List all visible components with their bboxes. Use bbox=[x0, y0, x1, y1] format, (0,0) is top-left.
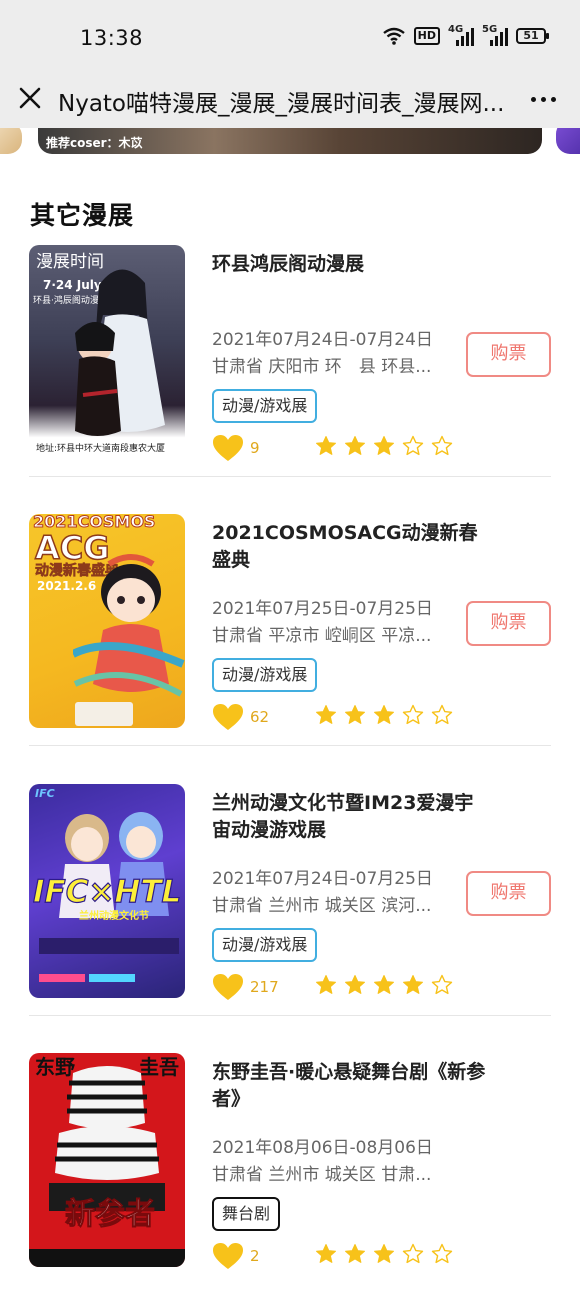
event-card[interactable]: IFC IFC×HTL 兰州动漫文化节 兰州动漫文化节暨IM23爱漫宇宙动漫游戏… bbox=[29, 784, 551, 1016]
star-filled-icon bbox=[374, 975, 394, 994]
more-options-icon[interactable] bbox=[531, 88, 556, 110]
battery-icon: 51 bbox=[516, 28, 549, 44]
section-title: 其它漫展 bbox=[30, 201, 135, 230]
event-card[interactable]: 2021COSMOS ACG 动漫新春盛典 2021.2.6 2021COSMO… bbox=[29, 514, 551, 746]
star-filled-icon bbox=[316, 975, 336, 994]
star-outline-icon bbox=[431, 1243, 453, 1264]
page-title: Nyato喵特漫展_漫展_漫展时间表_漫展网... bbox=[58, 91, 505, 117]
heart-icon[interactable] bbox=[212, 973, 244, 1001]
event-category-tag: 动漫/游戏展 bbox=[212, 928, 318, 962]
star-filled-icon bbox=[345, 705, 365, 724]
event-poster[interactable]: 漫展时间 7·24 July 环县·鸿辰阁动漫展 地址:环县中环大道南段惠农大厦 bbox=[29, 245, 185, 459]
buy-ticket-button[interactable]: 购票 bbox=[466, 332, 551, 377]
like-row[interactable]: 62 bbox=[212, 702, 269, 732]
poster-text: 新参者 bbox=[65, 1197, 156, 1232]
buy-ticket-button[interactable]: 购票 bbox=[466, 871, 551, 916]
star-filled-icon bbox=[316, 436, 336, 455]
event-category-tag: 动漫/游戏展 bbox=[212, 389, 318, 423]
rating-stars bbox=[315, 1243, 453, 1265]
buy-ticket-button[interactable]: 购票 bbox=[466, 601, 551, 646]
event-address: 甘肃省 平凉市 崆峒区 平凉... bbox=[212, 626, 432, 646]
event-date: 2021年07月24日-07月25日 bbox=[212, 869, 433, 889]
event-card[interactable]: 东野 圭吾 新参者 东野圭吾·暖心悬疑舞台剧《新参者》 2021年08月06日-… bbox=[29, 1053, 551, 1285]
signal-4g-icon: 4G bbox=[448, 24, 474, 46]
star-filled-icon bbox=[374, 1244, 394, 1263]
poster-footer: 地址:环县中环大道南段惠农大厦 bbox=[36, 444, 166, 454]
banner-caption: 推荐coser：木苡 bbox=[46, 136, 143, 150]
event-card[interactable]: 漫展时间 7·24 July 环县·鸿辰阁动漫展 地址:环县中环大道南段惠农大厦… bbox=[29, 245, 551, 477]
event-poster[interactable]: 东野 圭吾 新参者 bbox=[29, 1053, 185, 1267]
star-outline-icon bbox=[431, 974, 453, 995]
signal-5g-icon: 5G bbox=[482, 24, 508, 46]
like-row[interactable]: 2 bbox=[212, 1241, 260, 1271]
star-filled-icon bbox=[374, 705, 394, 724]
rating-stars bbox=[315, 435, 453, 457]
status-bar: 13:38 HD 4G 5G 51 bbox=[0, 0, 580, 72]
like-count: 62 bbox=[250, 708, 270, 726]
star-filled-icon bbox=[403, 975, 423, 994]
banner-slide[interactable]: 推荐coser：木苡 bbox=[38, 128, 542, 154]
event-address: 甘肃省 兰州市 城关区 甘肃... bbox=[212, 1165, 432, 1185]
event-category-tag: 动漫/游戏展 bbox=[212, 658, 318, 692]
hd-voice-icon: HD bbox=[413, 27, 440, 45]
star-outline-icon bbox=[431, 435, 453, 456]
star-filled-icon bbox=[374, 436, 394, 455]
close-icon[interactable] bbox=[14, 82, 46, 114]
like-count: 2 bbox=[250, 1247, 260, 1265]
banner-carousel[interactable]: 推荐coser：木苡 bbox=[0, 128, 580, 158]
star-filled-icon bbox=[345, 1244, 365, 1263]
poster-text: 兰州动漫文化节 bbox=[79, 911, 149, 922]
event-date: 2021年08月06日-08月06日 bbox=[212, 1138, 433, 1158]
banner-prev-slide[interactable] bbox=[0, 128, 22, 154]
star-outline-icon bbox=[402, 435, 424, 456]
star-filled-icon bbox=[316, 1244, 336, 1263]
like-count: 9 bbox=[250, 439, 260, 457]
event-title[interactable]: 2021COSMOSACG动漫新春盛典 bbox=[212, 520, 492, 574]
event-poster[interactable]: 2021COSMOS ACG 动漫新春盛典 2021.2.6 bbox=[29, 514, 185, 728]
status-time: 13:38 bbox=[80, 26, 144, 50]
like-count: 217 bbox=[250, 978, 279, 996]
event-title[interactable]: 兰州动漫文化节暨IM23爱漫宇宙动漫游戏展 bbox=[212, 790, 492, 844]
star-filled-icon bbox=[345, 436, 365, 455]
event-date: 2021年07月25日-07月25日 bbox=[212, 599, 433, 619]
event-date: 2021年07月24日-07月24日 bbox=[212, 330, 433, 350]
rating-stars bbox=[315, 704, 453, 726]
event-address: 甘肃省 兰州市 城关区 滨河... bbox=[212, 896, 432, 916]
poster-illustration bbox=[73, 554, 185, 726]
event-title[interactable]: 环县鸿辰阁动漫展 bbox=[212, 251, 492, 278]
like-row[interactable]: 217 bbox=[212, 972, 279, 1002]
event-address: 甘肃省 庆阳市 环 县 环县... bbox=[212, 357, 432, 377]
star-filled-icon bbox=[316, 705, 336, 724]
heart-icon[interactable] bbox=[212, 1242, 244, 1270]
event-poster[interactable]: IFC IFC×HTL 兰州动漫文化节 bbox=[29, 784, 185, 998]
status-icons: HD 4G 5G 51 bbox=[382, 24, 549, 46]
event-title[interactable]: 东野圭吾·暖心悬疑舞台剧《新参者》 bbox=[212, 1059, 492, 1113]
rating-stars bbox=[315, 974, 453, 996]
star-outline-icon bbox=[402, 704, 424, 725]
banner-next-slide[interactable] bbox=[556, 128, 580, 154]
like-row[interactable]: 9 bbox=[212, 433, 260, 463]
heart-icon[interactable] bbox=[212, 703, 244, 731]
event-category-tag: 舞台剧 bbox=[212, 1197, 281, 1231]
heart-icon[interactable] bbox=[212, 434, 244, 462]
poster-illustration bbox=[75, 269, 165, 436]
star-outline-icon bbox=[402, 1243, 424, 1264]
poster-illustration bbox=[29, 1066, 185, 1267]
star-filled-icon bbox=[345, 975, 365, 994]
wifi-icon bbox=[382, 27, 406, 45]
poster-text: IFC×HTL bbox=[32, 874, 182, 910]
star-outline-icon bbox=[431, 704, 453, 725]
nav-bar: Nyato喵特漫展_漫展_漫展时间表_漫展网... bbox=[0, 72, 580, 128]
